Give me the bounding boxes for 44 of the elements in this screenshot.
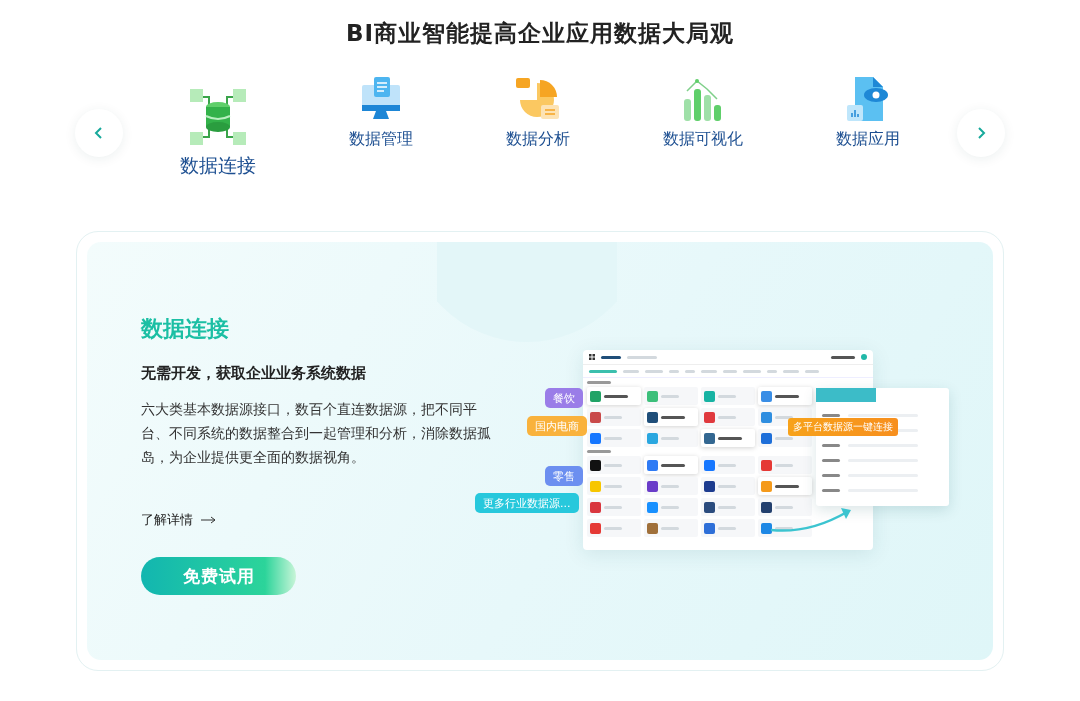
data-source-tile[interactable] xyxy=(701,477,755,495)
details-link[interactable]: 了解详情 xyxy=(141,511,501,529)
data-source-tile[interactable] xyxy=(644,498,698,516)
industry-tag: 国内电商 xyxy=(527,416,587,436)
data-source-tile[interactable] xyxy=(758,456,812,474)
data-source-tile[interactable] xyxy=(644,456,698,474)
feature-tab[interactable]: 数据管理 xyxy=(348,75,413,179)
feature-tab[interactable]: 数据连接 xyxy=(179,87,256,179)
database-network-icon xyxy=(187,87,248,147)
data-source-tile[interactable] xyxy=(587,387,641,405)
data-source-tile[interactable] xyxy=(587,477,641,495)
data-source-tile[interactable] xyxy=(587,498,641,516)
feature-tab[interactable]: 数据可视化 xyxy=(663,75,744,179)
data-source-tile[interactable] xyxy=(644,408,698,426)
data-source-tile[interactable] xyxy=(587,456,641,474)
data-source-tile[interactable] xyxy=(758,498,812,516)
section-description: 六大类基本数据源接口，数百个直连数据源，把不同平台、不同系统的数据整合到一起管理和分析，消除数据孤岛，为企业提供更全面的数据视角。 xyxy=(141,400,492,467)
industry-tag: 零售 xyxy=(545,466,583,486)
arrow-right-icon xyxy=(201,516,217,524)
data-source-tile[interactable] xyxy=(701,387,755,405)
data-source-tile[interactable] xyxy=(758,387,812,405)
feature-tab[interactable]: 数据分析 xyxy=(505,75,570,179)
data-source-tile[interactable] xyxy=(587,429,641,447)
data-source-tile[interactable] xyxy=(758,477,812,495)
data-source-tile[interactable] xyxy=(644,387,698,405)
data-source-tile[interactable] xyxy=(701,519,755,537)
section-subtitle: 无需开发，获取企业业务系统数据 xyxy=(141,364,367,383)
data-source-tile[interactable] xyxy=(701,498,755,516)
callout-tooltip: 多平台数据源一键连接 xyxy=(788,418,898,436)
grid-icon xyxy=(589,354,595,360)
data-source-tile[interactable] xyxy=(701,456,755,474)
industry-tag: 餐饮 xyxy=(545,388,583,408)
page-title: BI商业智能提高企业应用数据大局观 xyxy=(345,19,735,48)
data-source-tile[interactable] xyxy=(644,429,698,447)
data-source-tile[interactable] xyxy=(701,429,755,447)
section-heading: 数据连接 xyxy=(141,315,230,343)
data-source-tile[interactable] xyxy=(587,519,641,537)
data-source-tile[interactable] xyxy=(644,477,698,495)
feature-tab[interactable]: 数据应用 xyxy=(836,75,901,179)
industry-tag: 更多行业数据源... xyxy=(475,493,579,513)
data-source-tile[interactable] xyxy=(587,408,641,426)
data-source-tile[interactable] xyxy=(644,519,698,537)
avatar-icon xyxy=(861,354,867,360)
data-source-tile[interactable] xyxy=(701,408,755,426)
